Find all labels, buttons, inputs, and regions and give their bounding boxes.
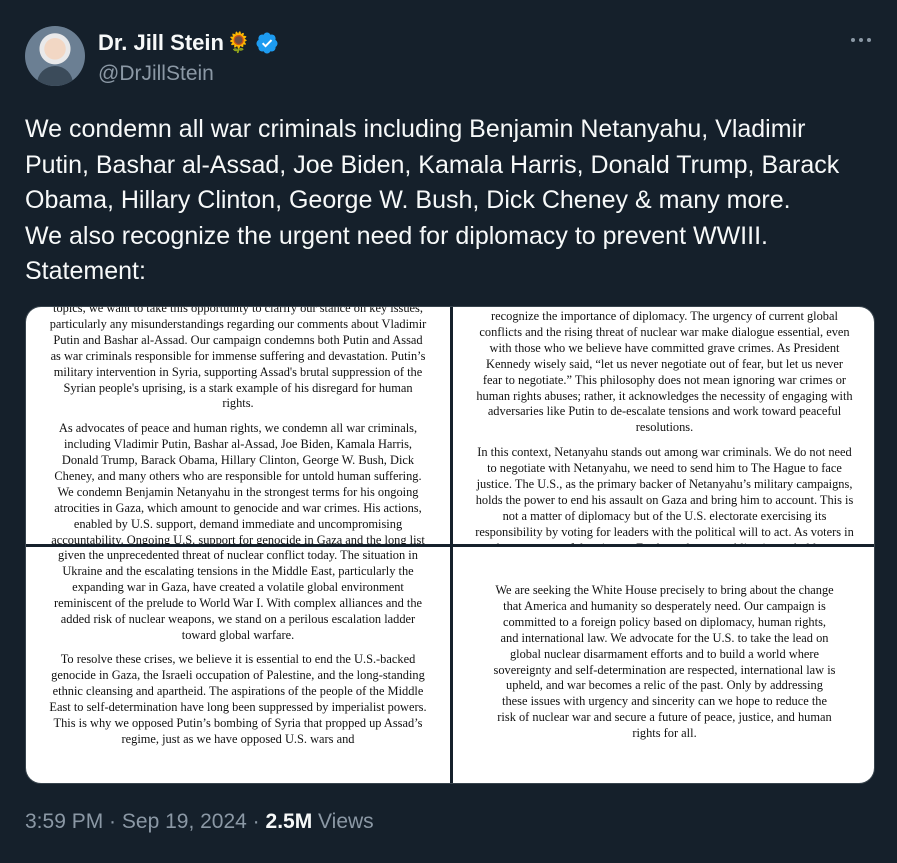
tweet-header: Dr. Jill Stein 🌻 @DrJillStein (25, 26, 875, 88)
meta-separator: · (246, 810, 266, 833)
statement-paragraph: given the unprecedented threat of nuclea… (53, 548, 423, 642)
sunflower-emoji-icon: 🌻 (225, 32, 251, 54)
statement-paragraph: recognize the importance of diplomacy. T… (476, 309, 853, 435)
statement-image-1[interactable]: topics, we want to take this opportunity… (26, 307, 450, 544)
author-display-name[interactable]: Dr. Jill Stein (98, 30, 224, 56)
tweet-text: We condemn all war criminals including B… (25, 112, 875, 290)
tweet-timestamp-date[interactable]: Sep 19, 2024 (122, 810, 247, 833)
statement-paragraph: To resolve these crises, we believe it i… (49, 652, 427, 746)
statement-image-grid[interactable]: topics, we want to take this opportunity… (25, 306, 875, 784)
statement-image-4[interactable]: We are seeking the White House precisely… (453, 547, 874, 783)
statement-image-2[interactable]: recognize the importance of diplomacy. T… (453, 307, 874, 544)
meta-separator: · (103, 810, 122, 833)
tweet-metadata: 3:59 PM · Sep 19, 2024 · 2.5M Views (25, 810, 374, 834)
author-handle[interactable]: @DrJillStein (98, 62, 214, 86)
statement-image-3[interactable]: given the unprecedented threat of nuclea… (26, 547, 450, 783)
avatar[interactable] (25, 26, 85, 86)
statement-paragraph: In this context, Netanyahu stands out am… (475, 445, 854, 544)
views-label: Views (312, 810, 374, 833)
more-options-icon[interactable] (847, 28, 875, 52)
statement-paragraph: We are seeking the White House precisely… (493, 583, 836, 741)
statement-paragraph: topics, we want to take this opportunity… (49, 307, 427, 411)
views-count[interactable]: 2.5M (266, 810, 313, 833)
author-name-row: Dr. Jill Stein 🌻 (98, 30, 279, 56)
tweet-line: Statement: (25, 257, 146, 285)
tweet-line: We condemn all war criminals including B… (25, 115, 840, 214)
tweet-line: We also recognize the urgent need for di… (25, 221, 768, 250)
tweet-timestamp-time[interactable]: 3:59 PM (25, 810, 103, 833)
statement-paragraph: As advocates of peace and human rights, … (51, 421, 425, 544)
verified-badge-icon[interactable] (255, 31, 279, 55)
